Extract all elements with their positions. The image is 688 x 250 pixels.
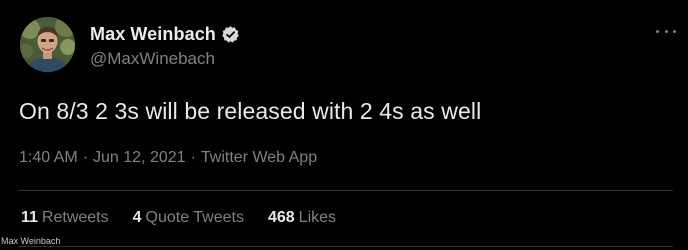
tweet-card: Max Weinbach @MaxWinebach On 8/3 2 3s wi… [0,0,688,250]
likes-count: 468 [267,209,295,226]
more-dot [673,29,676,33]
tweet-meta: 1:40 AM · Jun 12, 2021 · Twitter Web App [19,149,317,167]
more-options-icon[interactable] [656,26,676,36]
retweets-count: 11 [21,209,38,226]
likes-label: Likes [298,209,337,226]
meta-separator: · [190,149,196,166]
verified-badge-icon [221,25,240,44]
more-dot [664,29,668,33]
tweet-text: On 8/3 2 3s will be released with 2 4s a… [19,98,482,124]
author-name-row[interactable]: Max Weinbach [90,24,240,45]
stat-likes[interactable]: 468 Likes [268,209,336,227]
meta-separator: · [82,149,89,166]
avatar[interactable] [20,17,75,72]
divider [18,246,673,247]
watermark: Max Weinbach [1,236,61,246]
author-display-name[interactable]: Max Weinbach [90,24,216,45]
stat-retweets[interactable]: 11 Retweets [21,209,109,227]
retweets-label: Retweets [41,209,109,226]
quote-tweets-count: 4 [132,209,142,226]
more-dot [656,29,659,33]
tweet-time[interactable]: 1:40 AM [19,149,78,166]
tweet-date[interactable]: Jun 12, 2021 [93,149,186,166]
divider [18,190,673,191]
engagement-stats: 11 Retweets 4 Quote Tweets 468 Likes [21,209,360,227]
stat-quote-tweets[interactable]: 4 Quote Tweets [133,209,244,227]
avatar-image [20,17,75,72]
author-handle[interactable]: @MaxWinebach [90,49,215,69]
tweet-source[interactable]: Twitter Web App [201,149,317,166]
quote-tweets-label: Quote Tweets [145,209,244,226]
